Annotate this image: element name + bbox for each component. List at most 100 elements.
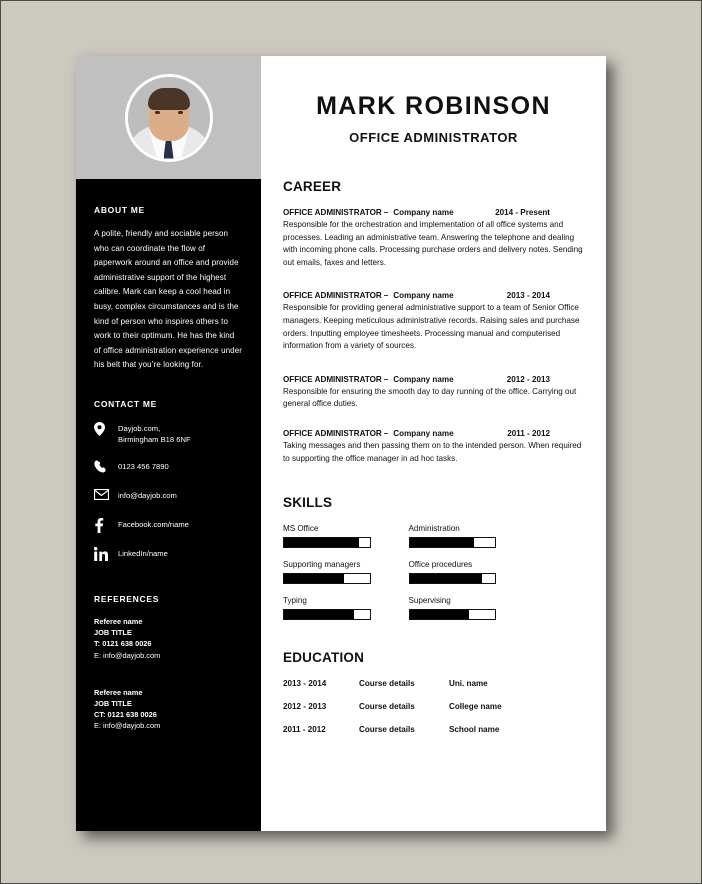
skill-bar-fill [284, 538, 360, 548]
education-row: 2013 - 2014 Course details Uni. name [283, 679, 584, 688]
education-institution: School name [449, 725, 500, 735]
skill-label: MS Office [283, 524, 319, 534]
reference-job-title: JOB TITLE [94, 628, 132, 638]
education-course: Course details [359, 679, 415, 689]
skill-bar-fill [409, 610, 470, 620]
career-entry: OFFICE ADMINISTRATOR – Company name 2011… [283, 429, 584, 465]
skill-item: MS Office [283, 524, 371, 549]
phone-icon [94, 459, 118, 473]
career-description: Responsible for ensuring the smooth day … [283, 386, 577, 409]
career-dash: – [383, 208, 389, 217]
career-entry-header: OFFICE ADMINISTRATOR – Company name 2013… [283, 291, 584, 300]
about-me-text: A polite, friendly and sociable person w… [94, 229, 243, 370]
career-role: OFFICE ADMINISTRATOR [283, 291, 382, 301]
skill-bar [283, 573, 371, 585]
skill-bar [408, 609, 496, 621]
reference-job-title: JOB TITLE [94, 698, 132, 708]
career-role: OFFICE ADMINISTRATOR [283, 428, 382, 438]
skill-label: Typing [283, 596, 307, 606]
avatar [124, 73, 213, 162]
skills-heading: SKILLS [283, 495, 333, 511]
education-course: Course details [359, 702, 415, 712]
name-block: MARK ROBINSON OFFICE ADMINISTRATOR [283, 56, 584, 145]
education-heading: EDUCATION [283, 650, 365, 666]
skill-bar [283, 537, 371, 549]
career-description: Responsible for the orchestration and im… [283, 220, 583, 267]
skill-bar [408, 573, 496, 585]
avatar-eye-right [177, 110, 183, 114]
career-company: Company name [393, 428, 454, 438]
skill-bar-fill [284, 610, 355, 620]
education-course: Course details [359, 725, 415, 735]
contact-item-address[interactable]: Dayjob.com, Birmingham B18 6NF [94, 421, 243, 446]
career-dash: – [383, 428, 389, 438]
career-role: OFFICE ADMINISTRATOR [283, 208, 382, 217]
career-description: Taking messages and then passing them on… [283, 440, 582, 463]
contact-heading: CONTACT ME [94, 398, 158, 409]
contact-address-text: Dayjob.com, Birmingham B18 6NF [118, 421, 191, 446]
education-institution: College name [449, 702, 502, 712]
avatar-eye-left [154, 110, 160, 114]
reference-name: Referee name [94, 616, 143, 626]
photo-band [76, 56, 261, 179]
career-description: Responsible for providing general admini… [283, 303, 580, 351]
reference-phone: CT: 0121 638 0026 [94, 710, 157, 720]
skill-label: Supervising [408, 596, 451, 606]
contact-linkedin-text: LinkedIn/name [118, 548, 168, 558]
about-me-section: ABOUT ME A polite, friendly and sociable… [76, 205, 261, 373]
reference-email: E: info@dayjob.com [94, 721, 161, 731]
contact-email-text: info@dayjob.com [118, 490, 177, 500]
career-entry: OFFICE ADMINISTRATOR – Company name 2013… [283, 291, 584, 352]
education-row: 2011 - 2012 Course details School name [283, 725, 584, 734]
contact-address-line1: Dayjob.com, [118, 423, 161, 433]
contact-facebook-text: Facebook.com/name [118, 519, 189, 529]
references-section: REFERENCES Referee name JOB TITLE T: 012… [76, 594, 261, 732]
skill-label: Office procedures [408, 560, 473, 570]
career-dates: 2012 - 2013 [506, 374, 550, 384]
career-dates: 2011 - 2012 [507, 428, 550, 438]
page-title: MARK ROBINSON [316, 92, 551, 120]
skill-bar-fill [409, 538, 474, 548]
career-entry: OFFICE ADMINISTRATOR – Company name 2014… [283, 208, 584, 269]
skills-grid: MS Office Administration Supporting mana… [283, 524, 584, 621]
career-company: Company name [393, 374, 454, 384]
references-heading: REFERENCES [94, 593, 160, 604]
education-years: 2013 - 2014 [283, 679, 327, 689]
career-heading: CAREER [283, 179, 342, 194]
contact-item-email[interactable]: info@dayjob.com [94, 488, 243, 504]
career-entry: OFFICE ADMINISTRATOR – Company name 2012… [283, 375, 584, 411]
career-entry-header: OFFICE ADMINISTRATOR – Company name 2012… [283, 375, 584, 384]
job-title-subtitle: OFFICE ADMINISTRATOR [349, 130, 518, 145]
reference-item: Referee name JOB TITLE T: 0121 638 0026 … [94, 616, 243, 661]
skill-bar [283, 609, 371, 621]
career-dates: 2013 - 2014 [506, 291, 550, 301]
reference-phone: T: 0121 638 0026 [94, 639, 152, 649]
contact-item-linkedin[interactable]: LinkedIn/name [94, 546, 243, 562]
reference-item: Referee name JOB TITLE CT: 0121 638 0026… [94, 687, 243, 732]
resume-screenshot: { "theme": { "page_background": "#ccc9bf… [0, 0, 702, 884]
resume-page: ABOUT ME A polite, friendly and sociable… [76, 56, 606, 831]
location-pin-icon [94, 421, 118, 436]
skill-item: Supervising [408, 596, 496, 621]
career-company: Company name [393, 291, 454, 301]
skill-bar-fill [409, 574, 483, 584]
facebook-icon [94, 517, 118, 533]
skill-item: Office procedures [408, 560, 496, 585]
skill-label: Supporting managers [283, 560, 361, 570]
reference-email: E: info@dayjob.com [94, 650, 161, 660]
education-row: 2012 - 2013 Course details College name [283, 702, 584, 711]
career-company: Company name [393, 208, 454, 217]
skill-label: Administration [408, 524, 460, 534]
career-role: OFFICE ADMINISTRATOR [283, 374, 382, 384]
about-me-heading: ABOUT ME [94, 205, 145, 215]
reference-name: Referee name [94, 687, 143, 697]
contact-item-facebook[interactable]: Facebook.com/name [94, 517, 243, 533]
skill-item: Supporting managers [283, 560, 371, 585]
skill-bar [408, 537, 496, 549]
career-dash: – [383, 291, 389, 301]
contact-item-phone[interactable]: 0123 456 7890 [94, 459, 243, 475]
career-entry-header: OFFICE ADMINISTRATOR – Company name 2014… [283, 208, 584, 217]
main-content: MARK ROBINSON OFFICE ADMINISTRATOR CAREE… [261, 56, 606, 831]
career-dash: – [383, 374, 389, 384]
linkedin-icon [94, 546, 118, 561]
